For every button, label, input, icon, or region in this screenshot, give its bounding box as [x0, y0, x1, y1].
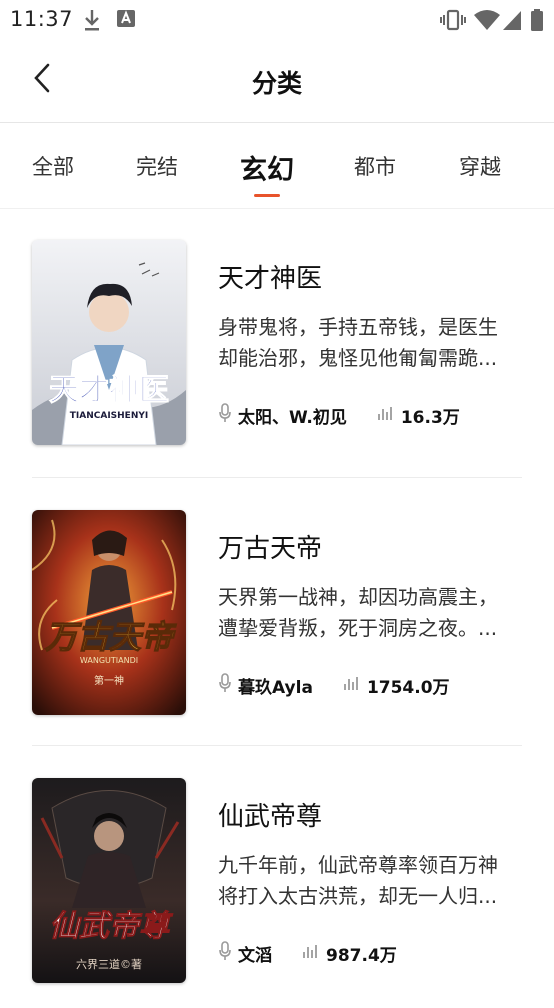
play-count-icon	[377, 405, 395, 426]
description-line: 遭挚爱背叛，死于洞房之夜。...	[218, 616, 498, 640]
vibrate-icon	[440, 8, 466, 36]
play-count: 16.3万	[400, 407, 460, 428]
narrator: 暮玖Ayla	[238, 677, 313, 698]
description-line: 九千年前，仙武帝尊率领百万神	[218, 853, 498, 877]
description-line: 身带鬼将，手持五帝钱，是医生	[218, 315, 498, 339]
play-count: 1754.0万	[366, 677, 450, 698]
book-meta: 文滔 987.4万	[218, 940, 397, 966]
narrator: 太阳、W.初见	[238, 407, 347, 428]
description-line: 却能治邪，鬼怪见他匍匐需跪...	[218, 346, 498, 370]
active-tab-indicator	[254, 194, 280, 197]
microphone-icon	[218, 940, 232, 966]
microphone-icon	[218, 672, 232, 698]
tab-all[interactable]: 全部	[32, 151, 74, 181]
book-meta: 暮玖Ayla 1754.0万	[218, 672, 450, 698]
cover-subtitle: WANGUTIANDI	[80, 656, 138, 665]
play-count-icon	[302, 943, 320, 964]
tab-time-travel[interactable]: 穿越	[459, 151, 501, 181]
list-divider	[32, 477, 522, 478]
status-bar: 11:37	[0, 0, 554, 40]
category-tabs: 全部 完结 玄幻 都市 穿越	[0, 123, 554, 209]
book-description: 天界第一战神，却因功高震主， 遭挚爱背叛，死于洞房之夜。...	[218, 582, 528, 644]
app-notification-icon	[116, 8, 136, 34]
play-count: 987.4万	[326, 945, 397, 966]
book-title: 天才神医	[218, 264, 323, 294]
book-description: 九千年前，仙武帝尊率领百万神 将打入太古洪荒，却无一人归...	[218, 850, 528, 912]
cover-author: 第一神	[94, 674, 124, 687]
book-description: 身带鬼将，手持五帝钱，是医生 却能治邪，鬼怪见他匍匐需跪...	[218, 312, 528, 374]
book-cover: 天才神医 TIANCAISHENYI	[32, 240, 186, 445]
book-title: 仙武帝尊	[218, 802, 323, 832]
book-item[interactable]: 万古天帝 WANGUTIANDI 第一神 万古天帝 天界第一战神，却因功高震主，…	[0, 510, 554, 740]
narrator: 文滔	[238, 945, 272, 966]
tab-completed[interactable]: 完结	[136, 151, 178, 181]
book-title: 万古天帝	[218, 534, 323, 564]
cover-subtitle: TIANCAISHENYI	[70, 411, 148, 421]
cover-title: 天才神医	[49, 373, 169, 408]
cover-title: 仙武帝尊	[49, 909, 174, 944]
tab-urban[interactable]: 都市	[354, 151, 396, 181]
tabs-divider	[0, 208, 554, 209]
list-divider	[32, 745, 522, 746]
status-time: 11:37	[10, 7, 74, 31]
page-title: 分类	[251, 69, 302, 98]
book-cover: 仙武帝尊 六界三道©著	[32, 778, 186, 983]
tab-fantasy[interactable]: 玄幻	[240, 148, 294, 187]
description-line: 天界第一战神，却因功高震主，	[218, 585, 498, 609]
signal-icon	[502, 8, 522, 36]
cover-title: 万古天帝	[44, 618, 177, 656]
header: 分类	[0, 40, 554, 122]
book-item[interactable]: 仙武帝尊 六界三道©著 仙武帝尊 九千年前，仙武帝尊率领百万神 将打入太古洪荒，…	[0, 778, 554, 1008]
description-line: 将打入太古洪荒，却无一人归...	[218, 884, 498, 908]
download-icon	[82, 8, 102, 36]
book-meta: 太阳、W.初见 16.3万	[218, 402, 460, 428]
play-count-icon	[343, 675, 361, 696]
book-item[interactable]: 天才神医 TIANCAISHENYI 天才神医 身带鬼将，手持五帝钱，是医生 却…	[0, 240, 554, 470]
book-cover: 万古天帝 WANGUTIANDI 第一神	[32, 510, 186, 715]
cover-author: 六界三道©著	[76, 957, 142, 971]
microphone-icon	[218, 402, 232, 428]
battery-icon	[530, 8, 544, 36]
wifi-icon	[473, 8, 501, 36]
